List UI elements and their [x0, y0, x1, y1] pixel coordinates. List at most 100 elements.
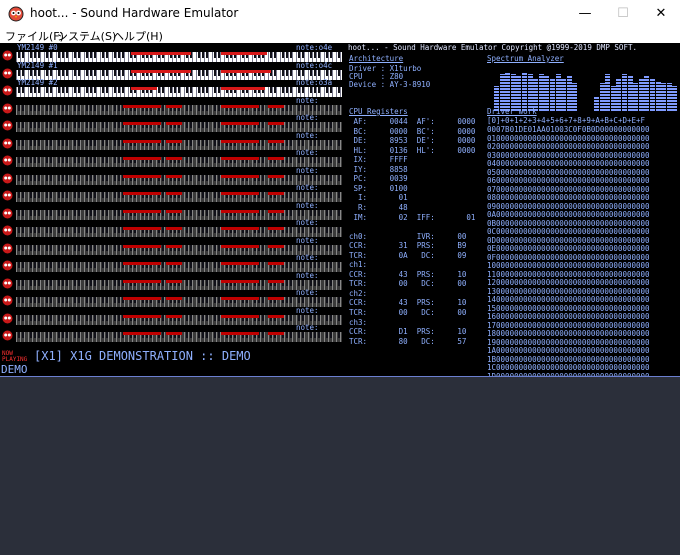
active-key-marker — [221, 87, 265, 90]
menu-bar: ファイル(F) システム(S) ヘルプ(H) — [0, 27, 680, 43]
owl-channel-icon — [2, 85, 13, 96]
register-line: CCR: 43 PRS: 10 — [349, 298, 467, 308]
key-range-marker — [221, 139, 259, 143]
minimize-button[interactable]: — — [566, 0, 604, 27]
channel-note: note:o3a — [296, 78, 333, 87]
architecture-heading: Architecture — [349, 54, 404, 63]
channel-note: note: — [296, 200, 319, 210]
key-range-marker — [166, 192, 182, 195]
key-range-marker — [268, 227, 284, 230]
spectrum-bar — [527, 74, 533, 111]
driver-work-row: 060000000000000000000000000000000000 — [487, 176, 650, 185]
owl-channel-icon — [2, 208, 13, 218]
piano-keyboard — [16, 209, 342, 220]
spectrum-bar — [538, 74, 544, 111]
channel-note: note: — [296, 270, 319, 280]
channel-row[interactable]: note: — [0, 324, 345, 343]
key-range-marker — [123, 104, 161, 108]
spectrum-bar — [522, 72, 527, 111]
channel-row[interactable]: note: — [0, 184, 345, 203]
register-line: PC: 0039 — [349, 174, 408, 184]
owl-channel-icon — [2, 313, 13, 323]
channel-row[interactable]: note: — [0, 270, 345, 291]
piano-keyboard — [16, 279, 342, 290]
channel-note: note: — [296, 130, 319, 140]
key-range-marker — [221, 174, 259, 178]
close-button[interactable]: ✕ — [642, 0, 680, 27]
lower-panel[interactable] — [0, 376, 680, 555]
channel-label: YM2149 #1 — [17, 60, 58, 70]
driver-work-header: [0]+0+1+2+3+4+5+6+7+8+9+A+B+C+D+E+F — [487, 116, 646, 125]
maximize-button[interactable]: ☐ — [604, 0, 642, 27]
channel-row[interactable]: note: — [0, 200, 345, 221]
emulator-display[interactable]: YM2149 #0 note:o4e YM2149 #1 note:o4c YM2149… — [0, 43, 680, 376]
active-key-marker — [221, 69, 271, 73]
key-range-marker — [166, 297, 182, 300]
channel-row[interactable]: note: — [0, 149, 345, 168]
spectrum-analyzer-right — [594, 65, 678, 111]
key-range-marker — [268, 192, 284, 195]
piano-keyboard — [16, 52, 342, 62]
key-range-marker — [221, 122, 259, 125]
key-range-marker — [268, 122, 284, 125]
channel-note: note: — [296, 235, 319, 245]
key-range-marker — [268, 209, 284, 213]
key-range-marker — [268, 174, 284, 178]
title-bar[interactable]: hoot... - Sound Hardware Emulator — ☐ ✕ — [0, 0, 680, 27]
key-range-marker — [268, 157, 284, 160]
channel-row[interactable]: note: — [0, 289, 345, 308]
channel-row[interactable]: note: — [0, 130, 345, 151]
channel-row[interactable]: note: — [0, 96, 345, 116]
register-line: CCR: 31 PRS: B9 — [349, 241, 467, 251]
key-range-marker — [268, 279, 284, 283]
menu-file[interactable]: ファイル(F) — [5, 28, 64, 44]
key-range-marker — [268, 262, 284, 265]
register-line: DE: 8953 DE': 0000 — [349, 136, 476, 146]
window-title: hoot... - Sound Hardware Emulator — [30, 6, 239, 20]
key-range-marker — [268, 332, 284, 335]
register-line: TCR: 80 DC: 57 — [349, 336, 467, 346]
channel-row[interactable]: note: — [0, 235, 345, 256]
key-range-marker — [123, 227, 161, 230]
owl-channel-icon — [2, 138, 13, 148]
driver-work-row: 040000000000000000000000000000000000 — [487, 159, 650, 168]
hoot-owl-icon — [8, 6, 24, 22]
spectrum-bar — [616, 79, 622, 111]
piano-keyboard — [16, 297, 342, 307]
copyright-header: hoot... - Sound Hardware Emulator Copyri… — [348, 43, 637, 52]
key-range-marker — [268, 139, 284, 143]
register-line: ch3: — [349, 317, 368, 327]
piano-keyboard — [16, 104, 342, 115]
channel-row[interactable]: note: — [0, 219, 345, 238]
active-key-marker — [131, 69, 191, 73]
channel-note: note:o4c — [296, 60, 333, 70]
register-line: ch2: — [349, 288, 368, 298]
spectrum-bar — [505, 72, 511, 111]
menu-system[interactable]: システム(S) — [57, 28, 116, 44]
key-range-marker — [166, 157, 182, 160]
channel-row[interactable]: note: — [0, 306, 345, 326]
key-range-marker — [123, 209, 161, 213]
channel-label: YM2149 #2 — [17, 78, 58, 87]
key-range-marker — [268, 314, 284, 318]
spectrum-bar — [644, 76, 650, 111]
channel-note: note: — [296, 288, 319, 297]
key-range-marker — [166, 244, 182, 248]
spectrum-analyzer-left — [494, 65, 578, 111]
key-range-marker — [166, 227, 182, 230]
menu-help[interactable]: ヘルプ(H) — [113, 28, 163, 44]
channel-row[interactable]: note: — [0, 166, 345, 186]
spectrum-bar — [627, 76, 633, 111]
key-range-marker — [221, 297, 259, 300]
register-line: BC: 0000 BC': 0000 — [349, 126, 476, 136]
register-line: TCR: 0A DC: 09 — [349, 250, 467, 260]
key-range-marker — [166, 279, 182, 283]
maximize-icon: ☐ — [617, 6, 629, 21]
key-range-marker — [123, 139, 161, 143]
spectrum-bar — [610, 86, 616, 111]
channel-row[interactable]: note: — [0, 254, 345, 273]
channel-row[interactable]: note: — [0, 114, 345, 133]
channel-row[interactable]: YM2149 #2 note:o3a — [0, 79, 345, 98]
spectrum-bar — [594, 97, 599, 111]
key-range-marker — [166, 104, 182, 108]
